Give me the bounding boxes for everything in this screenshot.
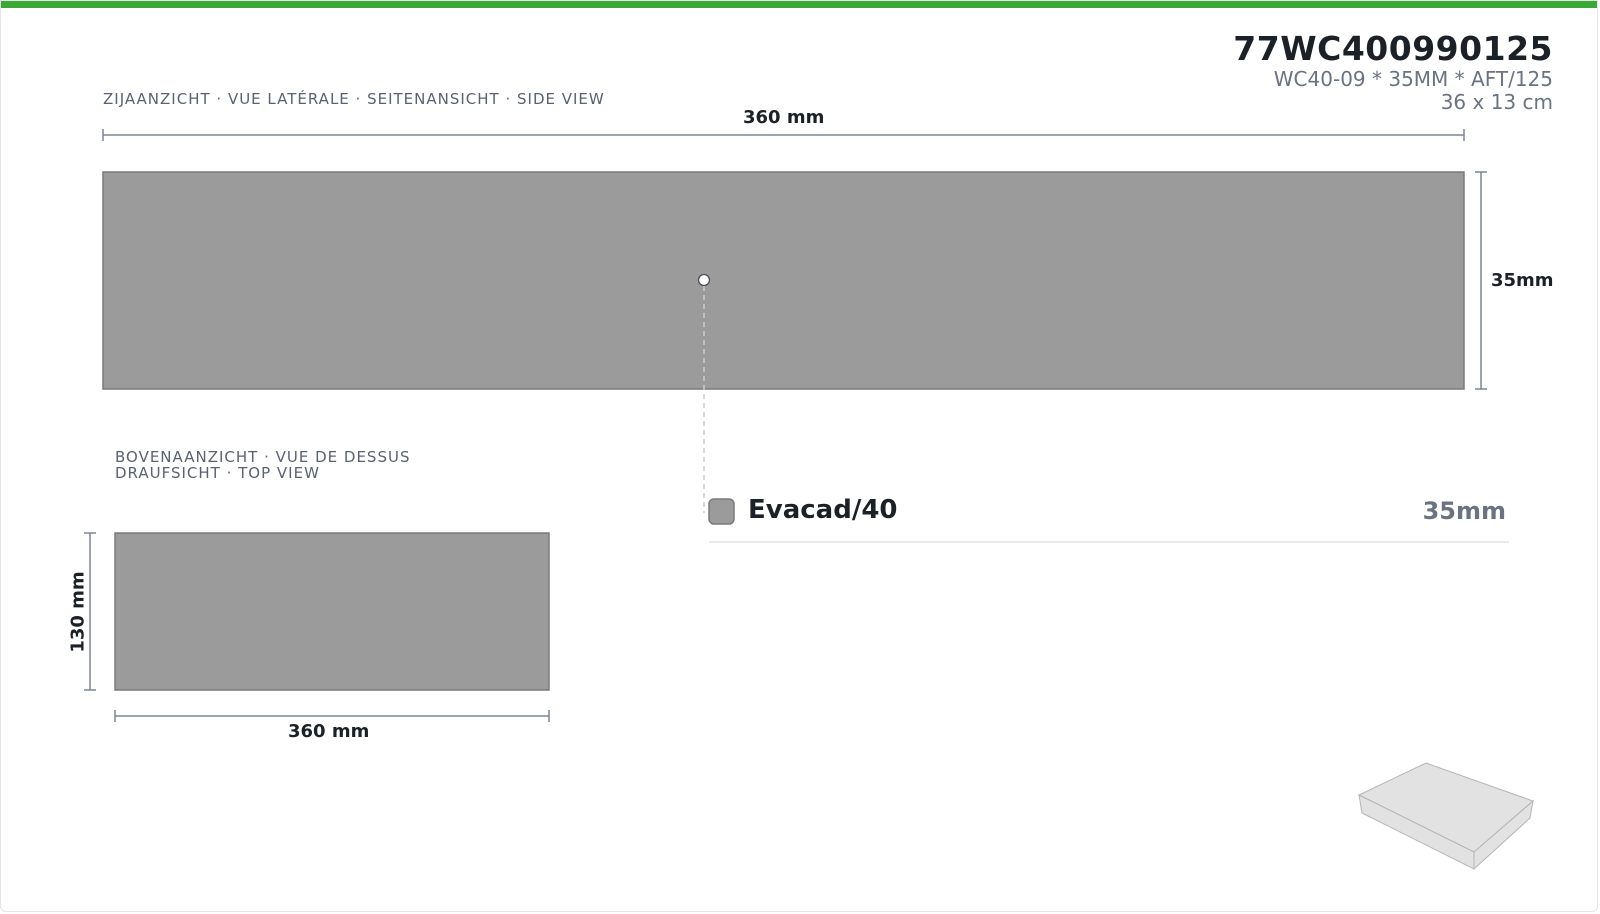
drawing-sheet: 77WC400990125 WC40-09 * 35MM * AFT/125 3… — [0, 0, 1598, 912]
side-view-label: ZIJAANZICHT · VUE LATÉRALE · SEITENANSIC… — [103, 90, 605, 108]
top-view-depth-label: 130 mm — [67, 571, 89, 653]
side-view-width-dimension — [102, 129, 1465, 141]
layer-marker-dot[interactable] — [697, 273, 711, 287]
side-view-profile — [102, 171, 1465, 390]
top-view-label-line2: DRAUFSICHT · TOP VIEW — [115, 464, 320, 482]
isometric-board-icon — [1357, 762, 1534, 871]
product-code: 77WC400990125 — [1233, 29, 1553, 68]
side-view-height-dimension — [1475, 171, 1487, 390]
layer-name: Evacad/40 — [748, 495, 898, 525]
material-swatch-icon — [708, 498, 735, 525]
top-view-width-label: 360 mm — [288, 721, 370, 742]
product-size: 36 x 13 cm — [1440, 90, 1553, 114]
layer-thickness: 35mm — [1422, 497, 1506, 525]
product-description: WC40-09 * 35MM * AFT/125 — [1273, 67, 1553, 91]
side-view-width-label: 360 mm — [743, 107, 825, 128]
side-view-height-label: 35mm — [1491, 270, 1554, 291]
top-view-plan — [114, 532, 550, 691]
